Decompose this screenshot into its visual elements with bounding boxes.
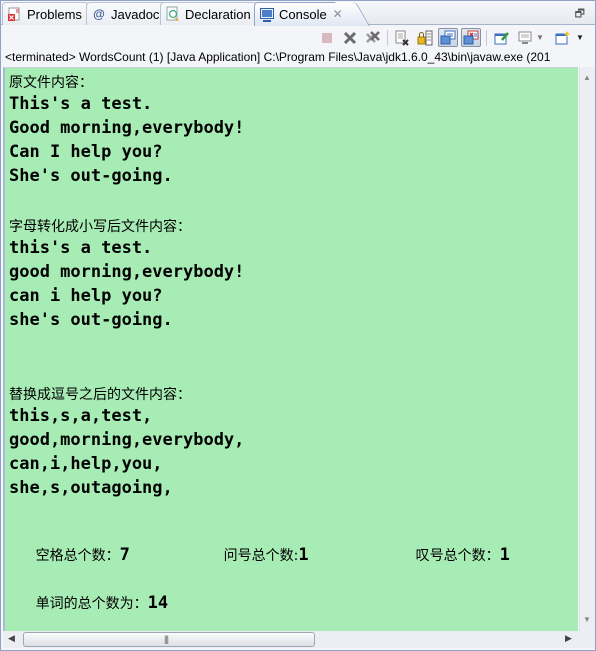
at-icon: @ (93, 7, 105, 21)
scroll-left-icon[interactable]: ◀ (8, 633, 15, 644)
restore-icon[interactable]: 🗗 (575, 5, 585, 24)
tab-label: Declaration (185, 6, 251, 22)
original-header: 原文件内容： (9, 75, 93, 91)
tab-problems[interactable]: Problems (2, 2, 89, 25)
tab-label: Javadoc (111, 6, 160, 22)
scroll-down-icon[interactable]: ▼ (583, 615, 591, 624)
question-count-label: 问号总个数: (223, 548, 299, 564)
tab-console[interactable]: Console ✕ (254, 2, 350, 26)
tab-label: Problems (27, 6, 82, 22)
console-icon (259, 7, 275, 23)
console-output[interactable]: 原文件内容： This's a test. Good morning,every… (3, 67, 578, 631)
space-count-value: 7 (119, 545, 130, 565)
console-line: can i help you? (9, 286, 163, 306)
space-count-label: 空格总个数： (35, 548, 120, 564)
word-count-value: 14 (147, 593, 169, 613)
scrollbar-corner (579, 631, 595, 648)
open-console-icon[interactable] (553, 28, 573, 47)
console-view: Problems @ Javadoc Declaration Console ✕… (0, 0, 596, 651)
tab-javadoc[interactable]: @ Javadoc (86, 2, 167, 25)
show-console-on-stderr-icon[interactable] (461, 28, 481, 47)
console-line: Can I help you? (9, 142, 163, 162)
remove-launch-icon[interactable] (340, 28, 360, 47)
console-line: good,morning,everybody, (9, 430, 245, 450)
word-count-label: 单词的总个数为： (35, 596, 148, 612)
toolbar-separator (486, 30, 487, 46)
console-line: this,s,a,test, (9, 406, 153, 426)
process-status-line: <terminated> WordsCount (1) [Java Applic… (5, 50, 551, 64)
declaration-icon (165, 6, 181, 22)
chevron-down-icon[interactable]: ▼ (574, 28, 586, 47)
question-count: 问号总个数:1 (197, 527, 309, 583)
terminate-icon[interactable] (317, 28, 337, 47)
console-line: She's out-going. (9, 166, 173, 186)
vertical-scrollbar[interactable]: ▲ ▼ (579, 67, 595, 631)
clear-console-icon[interactable] (392, 28, 412, 47)
console-line: can,i,help,you, (9, 454, 163, 474)
console-line: Good morning,everybody! (9, 118, 245, 138)
exclaim-count-value: 1 (499, 545, 510, 565)
display-selected-console-icon[interactable] (515, 28, 535, 47)
lowercase-header: 字母转化成小写后文件内容： (9, 219, 191, 235)
chevron-down-icon[interactable]: ▼ (534, 28, 546, 47)
grip-icon: ||| (164, 634, 169, 644)
word-count: 单词的总个数为：14 (9, 575, 168, 631)
console-line: she,s,outagoing, (9, 478, 173, 498)
question-count-value: 1 (298, 545, 309, 565)
scroll-right-icon[interactable]: ▶ (565, 633, 572, 644)
console-line: this's a test. (9, 238, 153, 258)
close-icon[interactable]: ✕ (333, 7, 343, 21)
remove-all-terminated-icon[interactable] (363, 28, 383, 47)
view-tab-bar: Problems @ Javadoc Declaration Console ✕… (1, 1, 595, 26)
scroll-up-icon[interactable]: ▲ (583, 73, 591, 82)
console-line: This's a test. (9, 94, 153, 114)
tab-label: Console (279, 7, 327, 22)
problems-icon (7, 6, 23, 22)
console-toolbar: ▼ ▼ (1, 25, 595, 49)
pin-console-icon[interactable] (492, 28, 512, 47)
comma-header: 替换成逗号之后的文件内容： (9, 387, 191, 403)
console-line: good morning,everybody! (9, 262, 245, 282)
tab-declaration[interactable]: Declaration (160, 2, 258, 25)
horizontal-scrollbar[interactable]: ◀ ||| ▶ (3, 631, 579, 648)
exclaim-count-label: 叹号总个数： (415, 548, 500, 564)
exclaim-count: 叹号总个数：1 (389, 527, 510, 583)
horizontal-scroll-thumb[interactable]: ||| (23, 632, 315, 647)
scroll-lock-icon[interactable] (415, 28, 435, 47)
show-console-on-stdout-icon[interactable] (438, 28, 458, 47)
toolbar-separator (387, 30, 388, 46)
console-line: she's out-going. (9, 310, 173, 330)
